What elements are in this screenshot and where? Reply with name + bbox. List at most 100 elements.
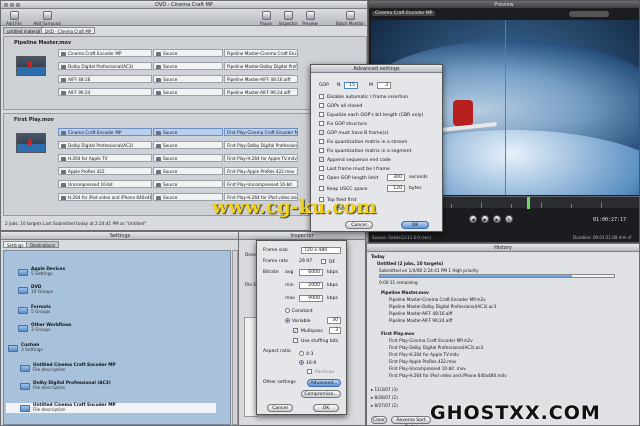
frame-rate-value[interactable]: 29.97 — [299, 259, 312, 264]
history-date-group[interactable]: ▸ 11/3/07 (3) — [371, 387, 398, 392]
advanced-option-checkbox[interactable]: ✓ GOP must have B frame(s) — [319, 130, 388, 136]
target-row[interactable]: H.264 for Apple TV Source First Play-H.264… — [58, 154, 299, 162]
target-output[interactable]: Pipeline Master-AIFF 48:16.aiff — [224, 75, 298, 83]
target-source[interactable]: Source — [153, 167, 223, 175]
df-checkbox[interactable]: DF — [321, 259, 335, 265]
history-item[interactable]: Pipeline Master-AIFF 96:24.aiff — [389, 318, 452, 323]
history-item[interactable]: Pipeline Master-Dolby Digital Profession… — [389, 304, 496, 309]
target-row[interactable]: Uncompressed 10-bit Source First Play-Unco… — [58, 180, 299, 188]
history-date-group[interactable]: ▸ 8/28/07 (2) — [371, 395, 398, 400]
advanced-option-checkbox[interactable]: ✓ Append sequence end code — [319, 157, 391, 163]
advanced-button[interactable]: Advanced... — [307, 379, 341, 387]
target-format[interactable]: Uncompressed 10-bit — [58, 180, 152, 188]
split-line[interactable] — [505, 20, 506, 195]
history-item[interactable]: First Play-H.264 for Apple TV.m4v — [389, 352, 459, 357]
forward-button[interactable]: ▶ — [493, 215, 501, 223]
loop-button[interactable]: ↻ — [505, 215, 513, 223]
advanced-option-checkbox[interactable]: Equalize each GOP's bit length (CBR only… — [319, 112, 423, 118]
history-item[interactable]: First Play-Dolby Digital Professional(AC… — [389, 345, 483, 350]
target-format[interactable]: H.264 for iPod video and iPhone 640x480 — [58, 193, 152, 201]
frame-size-select[interactable]: 720 x 480 — [301, 247, 341, 254]
settings-list-item[interactable]: Formats 5 Groups — [18, 305, 51, 315]
advanced-option-checkbox[interactable]: Fix quantization matrix in a segment — [319, 148, 411, 154]
tab-settings[interactable]: Settings — [3, 241, 28, 248]
settings-list-item[interactable]: Other Workflows 3 Groups — [18, 323, 71, 333]
play-button[interactable]: ▶ — [481, 215, 489, 223]
pause-button[interactable]: Pause — [255, 11, 277, 26]
constant-radio[interactable]: Constant — [285, 308, 313, 314]
aspect-16-9-radio[interactable]: 16:9 — [299, 360, 316, 366]
target-format[interactable]: H.264 for Apple TV — [58, 154, 152, 162]
history-reverse-button[interactable]: Reverse Sort Order — [391, 416, 431, 426]
settings-list-item[interactable]: Dolby Digital Professional (AC3) File des… — [20, 381, 111, 391]
compromise-button[interactable]: Compromise... — [301, 390, 341, 398]
preview-toggle[interactable] — [569, 11, 609, 17]
variable-radio[interactable]: Variable — [285, 318, 311, 324]
target-format[interactable]: Dolby Digital Professional(AC3) — [58, 62, 152, 70]
history-item[interactable]: First Play-Uncompressed 10-bit .mov — [389, 366, 466, 371]
gop-m-field[interactable]: 3 — [377, 82, 391, 89]
history-item[interactable]: First Play-H.264 for iPod video and iPho… — [389, 373, 507, 378]
advanced-option-checkbox[interactable]: Disable automatic I frame insertion — [319, 94, 408, 100]
settings-list-item[interactable]: DVD 10 Groups — [18, 285, 53, 295]
uscc-checkbox[interactable]: Keep USCC space — [319, 186, 367, 192]
settings-list-item[interactable]: Custom 3 Settings — [8, 343, 43, 353]
history-today[interactable]: Today — [371, 254, 385, 259]
advanced-option-checkbox[interactable]: Fix quantization matrix in a stream — [319, 139, 407, 145]
target-format[interactable]: AIFF 48:16 — [58, 75, 152, 83]
history-job[interactable]: Untitled (2 jobs, 10 targets) — [377, 261, 443, 266]
history-date-group[interactable]: ▸ 8/27/07 (2) — [371, 403, 398, 408]
inspector-button[interactable]: Inspector — [277, 11, 299, 26]
max-bitrate-field[interactable]: 9000 — [299, 295, 323, 302]
target-format[interactable]: Dolby Digital Professional(AC3) — [58, 141, 152, 149]
advanced-option-checkbox[interactable]: Last frame must be I frame — [319, 166, 390, 172]
target-source[interactable]: Source — [153, 75, 223, 83]
tab-destinations[interactable]: Destinations — [26, 241, 60, 248]
target-source[interactable]: Source — [153, 62, 223, 70]
add-file-button[interactable]: Add File — [3, 11, 25, 26]
target-source[interactable]: Source — [153, 180, 223, 188]
target-output[interactable]: Pipeline Master-Dolby Digital Profession… — [224, 62, 298, 70]
variable-field[interactable]: 30 — [327, 317, 341, 324]
target-source[interactable]: Source — [153, 49, 223, 57]
target-output[interactable]: First Play-Uncompressed 10-bit — [224, 180, 298, 188]
target-output[interactable]: Pipeline Master-AIFF 96:24.aiff — [224, 88, 298, 96]
history-item[interactable]: First Play-Apple ProRes 422.mov — [389, 359, 456, 364]
target-row[interactable]: AIFF 48:16 Source Pipeline Master-AIFF 48:… — [58, 75, 299, 83]
target-output[interactable]: First Play-Dolby Digital Professional — [224, 141, 298, 149]
encoder-cancel-button[interactable]: Cancel — [267, 404, 293, 412]
preview-button[interactable]: Preview — [299, 11, 321, 26]
job-1-thumbnail[interactable] — [16, 56, 46, 76]
playhead[interactable] — [527, 197, 530, 209]
settings-list-item[interactable]: Untitled Cinema Craft Encoder MP File des… — [20, 363, 116, 373]
target-source[interactable]: Source — [153, 141, 223, 149]
job-2-thumbnail[interactable] — [16, 133, 46, 153]
settings-list-item[interactable]: Untitled Cinema Craft Encoder MP File des… — [6, 403, 216, 413]
target-format[interactable]: Cinema Craft Encoder MP — [58, 128, 152, 136]
history-item[interactable]: Pipeline Master-AIFF 48:16.aiff — [389, 311, 452, 316]
target-source[interactable]: Source — [153, 128, 223, 136]
history-item[interactable]: Pipeline Master-Cinema Craft Encoder MP.… — [389, 297, 486, 302]
settings-list-item[interactable]: Apple Devices 5 Settings — [18, 267, 65, 277]
tab-untitled-material[interactable]: untitled material — [3, 27, 45, 34]
target-output[interactable]: First Play-Cinema Craft Encoder MP — [224, 128, 298, 136]
target-format[interactable]: Cinema Craft Encoder MP — [58, 49, 152, 57]
target-row[interactable]: Dolby Digital Professional(AC3) Source Fir… — [58, 141, 299, 149]
advanced-option-checkbox[interactable]: GOPs all closed — [319, 103, 362, 109]
panscan-checkbox[interactable]: PanScan — [307, 369, 334, 375]
advanced-ok-button[interactable]: OK — [401, 221, 429, 229]
stuffing-checkbox[interactable]: Use stuffing bits — [293, 338, 338, 344]
rewind-button[interactable]: ◀ — [469, 215, 477, 223]
target-format[interactable]: AIFF 96:24 — [58, 88, 152, 96]
target-format[interactable]: Apple ProRes 422 — [58, 167, 152, 175]
encoder-ok-button[interactable]: OK — [313, 404, 339, 412]
target-row[interactable]: Dolby Digital Professional(AC3) Source Pip… — [58, 62, 299, 70]
window-controls[interactable] — [4, 3, 20, 7]
multipass-field[interactable]: 3 — [329, 327, 341, 334]
tab-dvd-cinema-craft[interactable]: DVD - Cinema Craft MP — [41, 27, 96, 34]
advanced-option-checkbox[interactable]: Fix GOP structure — [319, 121, 367, 127]
min-bitrate-field[interactable]: 2000 — [299, 282, 323, 289]
target-row[interactable]: Cinema Craft Encoder MP Source First Play-… — [58, 128, 299, 136]
target-row[interactable]: AIFF 96:24 Source Pipeline Master-AIFF 96:… — [58, 88, 299, 96]
target-output[interactable]: First Play-Apple ProRes 422.mov — [224, 167, 298, 175]
